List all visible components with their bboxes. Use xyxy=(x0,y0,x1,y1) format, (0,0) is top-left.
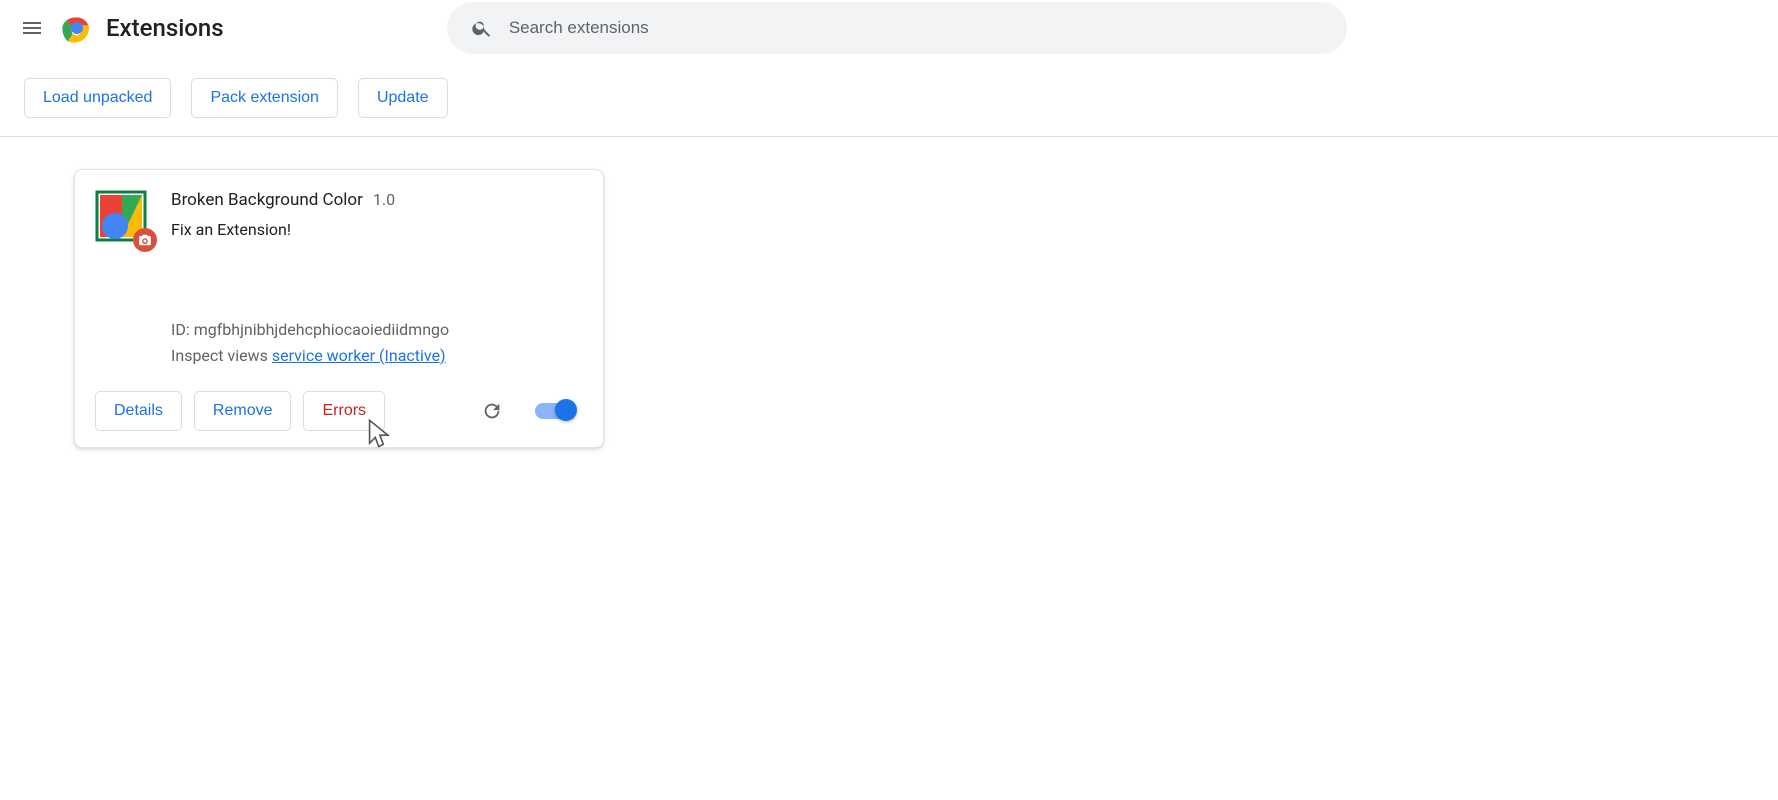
chrome-logo-icon xyxy=(60,11,94,45)
search-icon xyxy=(471,17,493,39)
reload-button[interactable] xyxy=(475,394,509,428)
load-unpacked-button[interactable]: Load unpacked xyxy=(24,78,171,118)
remove-button[interactable]: Remove xyxy=(194,391,292,431)
extension-name: Broken Background Color xyxy=(171,190,363,210)
inspect-views-line: Inspect views service worker (Inactive) xyxy=(171,343,583,369)
extension-icon xyxy=(95,190,147,242)
header: Extensions xyxy=(0,0,1778,56)
page-title: Extensions xyxy=(106,14,224,42)
errors-button[interactable]: Errors xyxy=(303,391,385,431)
enable-toggle[interactable] xyxy=(535,403,575,419)
search-box[interactable] xyxy=(447,2,1347,54)
details-button[interactable]: Details xyxy=(95,391,182,431)
hamburger-icon xyxy=(20,16,44,40)
extension-version: 1.0 xyxy=(373,190,395,209)
pack-extension-button[interactable]: Pack extension xyxy=(191,78,338,118)
update-button[interactable]: Update xyxy=(358,78,448,118)
extension-card: Broken Background Color 1.0 Fix an Exten… xyxy=(74,169,604,448)
extension-id-line: ID: mgfbhjnibhjdehcphiocaoiediidmngo xyxy=(171,317,583,343)
extension-id-label: ID: xyxy=(171,320,190,339)
inspect-views-label: Inspect views xyxy=(171,346,268,365)
dev-toolbar: Load unpacked Pack extension Update xyxy=(0,56,1778,137)
search-input[interactable] xyxy=(509,18,1323,38)
menu-button[interactable] xyxy=(8,4,56,52)
error-badge-icon xyxy=(133,228,157,252)
reload-icon xyxy=(481,400,503,422)
service-worker-link[interactable]: service worker (Inactive) xyxy=(272,346,446,365)
extension-description: Fix an Extension! xyxy=(171,220,583,239)
toggle-knob xyxy=(555,399,577,421)
extension-id-value: mgfbhjnibhjdehcphiocaoiediidmngo xyxy=(194,320,449,339)
